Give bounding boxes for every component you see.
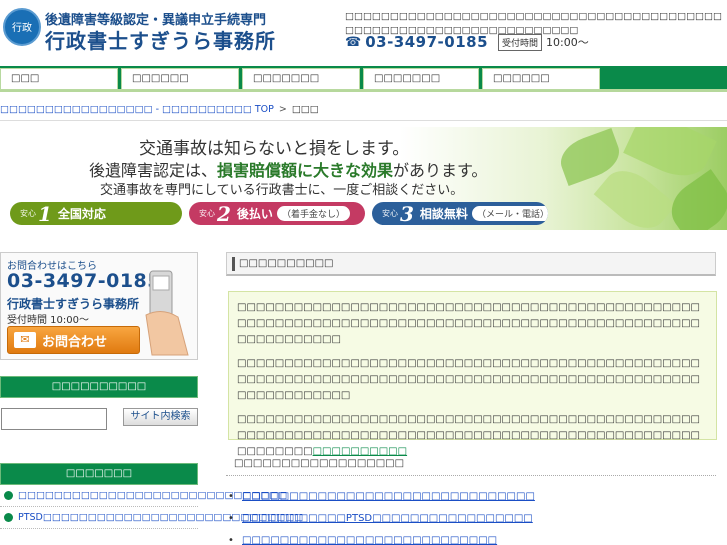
global-nav: □□□ □□□□□□ □□□□□□□ □□□□□□□ □□□□□□ (0, 66, 727, 92)
links-heading: □□□□□□□ (0, 463, 198, 485)
emblem-icon: 行政 (3, 8, 41, 46)
header-phone-block: ☎ 03-3497-0185 受付時間 10:00〜 (345, 33, 589, 51)
intro-paragraph: □□□□□□□□□□□□□□□□□□□□□□□□□□□□□□□□□□□□□□□□… (237, 412, 708, 460)
intro-inline-link[interactable]: □□□□□□□□□□ (313, 446, 407, 457)
related-subheading: □□□□□□□□□□□□□□□□□□ (226, 458, 716, 476)
intro-paragraph: □□□□□□□□□□□□□□□□□□□□□□□□□□□□□□□□□□□□□□□□… (237, 358, 700, 401)
page: 行政 後遺障害等級認定・異議申立手続専門 行政書士すぎうら事務所 □□□□□□□… (0, 0, 727, 545)
hours-badge: 受付時間 (498, 33, 543, 51)
breadcrumb-home-link[interactable]: □□□□□□□□□□□□□□□□□ - □□□□□□□□□□ TOP (0, 104, 274, 115)
list-item: □□□□□□□□□□□□□□□□□□□□□□□□□□□□□□□ (228, 490, 717, 503)
list-item: □□□□□□□□□□□PTSD□□□□□□□□□□□□□□□□□ (228, 512, 717, 525)
banner-subheadline-c: があります。 (393, 161, 488, 180)
telephone-icon: ☎ (345, 34, 362, 50)
site-search-input[interactable] (1, 408, 107, 430)
breadcrumb-current: □□□ (291, 104, 319, 115)
site-search-button[interactable]: サイト内検索 (123, 408, 198, 426)
feature-pill-nationwide: 安心 1 全国対応 (10, 202, 182, 225)
pill-note: （メール・電話） (471, 206, 548, 221)
header-hours: 10:00〜 (546, 36, 589, 49)
pill-label: 全国対応 (57, 207, 106, 221)
contact-phone-number: 03-3497-0185 (7, 270, 161, 292)
intro-box: □□□□□□□□□□□□□□□□□□□□□□□□□□□□□□□□□□□□□□□□… (228, 291, 717, 457)
bullet-icon (4, 491, 13, 500)
contact-office-name: 行政書士すぎうら事務所 (7, 297, 140, 311)
related-links-list: □□□□□□□□□□□□□□□□□□□□□□□□□□□□□□□ □□□□□□□□… (228, 490, 717, 545)
feature-pill-free-consultation: 安心 3 相談無料 （メール・電話） (372, 202, 548, 225)
site-logo[interactable]: 行政 後遺障害等級認定・異議申立手続専門 行政書士すぎうら事務所 (3, 8, 275, 53)
nav-item-5[interactable]: □□□□□□ (482, 68, 600, 90)
banner-subheadline-highlight: 損害賠償額に大きな効果 (217, 161, 394, 180)
contact-button[interactable]: ✉ お問合わせ (7, 326, 140, 354)
related-link[interactable]: □□□□□□□□□□□□□□□□□□□□□□□□□□□ (242, 535, 497, 545)
intro-paragraph-text: □□□□□□□□□□□□□□□□□□□□□□□□□□□□□□□□□□□□□□□□… (237, 414, 700, 457)
mail-icon: ✉ (14, 332, 36, 348)
banner-subheadline: 後遺障害認定は、損害賠償額に大きな効果があります。 (89, 157, 487, 181)
intro-paragraph: □□□□□□□□□□□□□□□□□□□□□□□□□□□□□□□□□□□□□□□□… (237, 302, 700, 345)
breadcrumb-separator: > (278, 104, 287, 115)
pill-label: 相談無料 (419, 207, 468, 221)
banner-tagline: 交通事故を専門にしている行政書士に、一度ご相談ください。 (100, 183, 464, 198)
nav-item-1[interactable]: □□□ (0, 68, 118, 90)
breadcrumb: □□□□□□□□□□□□□□□□□ - □□□□□□□□□□ TOP > □□□ (0, 104, 319, 115)
nav-item-3[interactable]: □□□□□□□ (242, 68, 360, 90)
nav-item-4[interactable]: □□□□□□□ (363, 68, 479, 90)
related-link[interactable]: □□□□□□□□□□□PTSD□□□□□□□□□□□□□□□□□ (242, 513, 533, 524)
phone-in-hand-icon (145, 270, 189, 356)
pill-number: 1 (38, 202, 52, 225)
leaf-decoration (661, 169, 727, 230)
sidebar-link[interactable]: □□□□□□□□□□□□□□□□□□□□□□□□□□□□□□ (0, 489, 287, 507)
pill-anshin-label: 安心 (20, 209, 36, 218)
related-link[interactable]: □□□□□□□□□□□□□□□□□□□□□□□□□□□□□□□ (242, 491, 535, 502)
banner-subheadline-a: 後遺障害認定は、 (89, 161, 218, 180)
logo-office-name: 行政書士すぎうら事務所 (45, 29, 276, 53)
pill-label: 後払い (236, 207, 273, 221)
main-heading: □□□□□□□□□□ (226, 252, 716, 276)
header-phone-number: 03-3497-0185 (365, 33, 489, 51)
feature-pill-deferred-payment: 安心 2 後払い （着手金なし） (189, 202, 365, 225)
divider (0, 120, 727, 121)
contact-hours: 受付時間 10:00〜 (7, 315, 89, 326)
heading-bar (232, 257, 235, 271)
site-header: 行政 後遺障害等級認定・異議申立手続専門 行政書士すぎうら事務所 □□□□□□□… (0, 0, 727, 66)
pill-anshin-label: 安心 (199, 209, 215, 218)
bullet-icon (4, 513, 13, 522)
list-item: □□□□□□□□□□□□□□□□□□□□□□□□□□□ (228, 534, 717, 545)
nav-item-2[interactable]: □□□□□□ (121, 68, 239, 90)
search-heading: □□□□□□□□□□ (0, 376, 198, 398)
contact-box: お問合わせはこちら 03-3497-0185 行政書士すぎうら事務所 受付時間 … (0, 252, 198, 360)
pill-anshin-label: 安心 (382, 209, 398, 218)
contact-button-label: お問合わせ (42, 334, 108, 350)
main-heading-label: □□□□□□□□□□ (239, 258, 334, 269)
pill-note: （着手金なし） (276, 206, 350, 221)
sidebar-link[interactable]: PTSD□□□□□□□□□□□□□□□□□□□□□□□□□□□□□ (0, 511, 303, 529)
hero-banner: 交通事故は知らないと損をします。 後遺障害認定は、損害賠償額に大きな効果がありま… (0, 127, 727, 230)
banner-headline: 交通事故は知らないと損をします。 (139, 139, 410, 159)
pill-number: 2 (217, 202, 231, 225)
pill-number: 3 (400, 202, 414, 225)
